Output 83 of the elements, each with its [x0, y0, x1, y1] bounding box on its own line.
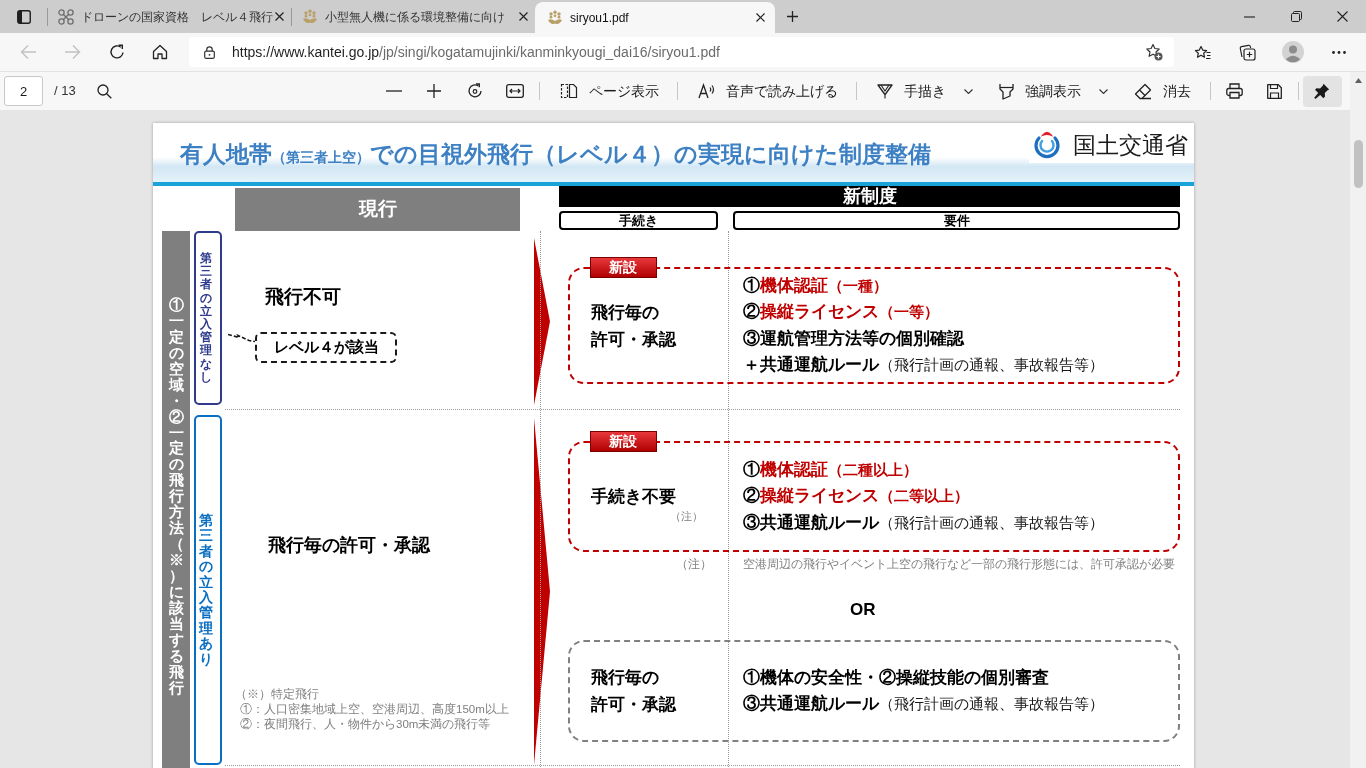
page-view-button[interactable]: ページ表示 [549, 75, 667, 107]
collections-icon[interactable] [1239, 43, 1256, 61]
category-label: 第三者の立入管理なし [194, 231, 222, 405]
requirement-line: ②操縦ライセンス（二等以上） [742, 485, 970, 508]
agency-name: 国土交通省 [1073, 130, 1188, 160]
drone-icon [58, 8, 74, 25]
highlight-button[interactable]: 強調表示 [988, 75, 1089, 107]
close-icon[interactable] [519, 12, 528, 21]
requirement-line: ＋共通運航ルール（飛行計画の通報、事故報告等） [742, 354, 1105, 376]
eraser-icon [1133, 82, 1152, 100]
scrollbar-track[interactable] [1350, 71, 1366, 768]
plus-icon[interactable] [787, 11, 798, 22]
logo-icon [1033, 130, 1061, 160]
current-rule-text: 飛行毎の許可・承認 [268, 535, 432, 555]
close-icon[interactable] [275, 12, 284, 21]
note-mark: （注） [675, 558, 713, 571]
pin-icon [1314, 83, 1331, 99]
new-badge: 新設 [589, 257, 657, 278]
avatar-icon[interactable] [1282, 41, 1304, 63]
restore-icon[interactable] [1291, 11, 1302, 22]
requirement-line: ①機体の安全性・②操縦技能の個別審査 [742, 666, 1050, 689]
address-field[interactable]: https://www.kantei.go.jp/jp/singi/kogatamujinki/kanminkyougi_dai16/siryou1.pdf [189, 37, 1174, 67]
star-add-icon[interactable] [1145, 43, 1163, 61]
scope-label: ①一定の空域・②一定の飛行方法（※）に該当する飛行 [162, 231, 190, 768]
marker-icon [998, 82, 1014, 100]
chevron-down-icon[interactable] [1098, 88, 1108, 94]
page-count: / 13 [54, 82, 76, 101]
browser-tab[interactable]: 小型無人機に係る環境整備に向け [292, 0, 535, 33]
pin-button[interactable] [1302, 75, 1342, 107]
requirement-line: ③共通運航ルール（飛行計画の通報、事故報告等） [742, 693, 1105, 715]
page-number-field[interactable]: 2 [4, 76, 43, 106]
requirement-line: ①機体認証（一種） [742, 274, 889, 297]
browser-tab[interactable]: ドローンの国家資格 レベル４飛行 [48, 0, 291, 33]
fit-width-icon[interactable] [505, 84, 524, 98]
refresh-icon[interactable] [109, 44, 125, 60]
chevron-down-icon[interactable] [963, 88, 973, 94]
requirement-line: ①機体認証（二種以上） [742, 458, 919, 481]
note-mark: （注） [669, 510, 704, 522]
crest-icon [302, 8, 318, 25]
new-badge: 新設 [589, 431, 657, 452]
page-view-icon [559, 83, 578, 99]
minus-icon[interactable] [385, 90, 402, 92]
crest-icon [547, 9, 563, 26]
requirement-line: ③共通運航ルール（飛行計画の通報、事故報告等） [742, 511, 1105, 534]
close-icon[interactable] [1337, 11, 1348, 22]
procedure-text: 飛行毎の 許可・承認 [590, 301, 678, 351]
slide-title: 有人地帯（第三者上空）での目視外飛行（レベル４）の実現に向けた制度整備 [180, 140, 931, 169]
more-icon[interactable] [1332, 50, 1346, 54]
footnote-item: ①：人口密集地域上空、空港周辺、高度150m以上 [239, 702, 510, 717]
scroll-up-icon[interactable] [1354, 78, 1362, 83]
search-icon[interactable] [96, 83, 112, 99]
lock-icon [204, 45, 215, 59]
minimize-icon[interactable] [1244, 15, 1255, 18]
print-icon[interactable] [1225, 83, 1243, 99]
browser-tab[interactable]: siryou1.pdf [535, 2, 775, 33]
read-aloud-icon [697, 83, 715, 99]
current-rules-heading: 現行 [235, 188, 520, 231]
footnote-item: ②：夜間飛行、人・物件から30m未満の飛行等 [239, 717, 492, 732]
close-icon[interactable] [756, 13, 765, 22]
rotate-icon[interactable] [466, 83, 483, 99]
requirement-line: ③運航管理方法等の個別確認 [742, 327, 966, 350]
home-icon[interactable] [152, 44, 168, 60]
erase-button[interactable]: 消去 [1123, 75, 1199, 107]
procedure-text: 手続き不要 [590, 486, 677, 508]
procedure-text: 飛行毎の 許可・承認 [590, 667, 678, 716]
save-icon[interactable] [1266, 83, 1282, 99]
note-text: 空港周辺の飛行やイベント上空の飛行など一部の飛行形態には、許可承認が必要 [742, 558, 1175, 571]
new-system-heading: 新制度 [559, 186, 1180, 207]
pen-icon [876, 83, 893, 99]
draw-button[interactable]: 手描き [866, 75, 954, 107]
category-label: 第三者の立入管理あり [194, 415, 222, 765]
separator-text: OR [849, 600, 877, 620]
favorites-icon[interactable] [1194, 44, 1211, 60]
column-heading: 手続き [559, 211, 718, 230]
tab-actions-icon[interactable] [17, 9, 31, 24]
read-aloud-button[interactable]: 音声で読み上げる [687, 75, 846, 107]
requirement-line: ②操縦ライセンス（一等） [742, 301, 940, 323]
current-rule-text: 飛行不可 [265, 286, 342, 307]
plus-icon[interactable] [426, 84, 441, 98]
footnote-title: （※）特定飛行 [235, 687, 320, 702]
callout-box: レベル４が該当 [255, 332, 397, 363]
scrollbar-thumb[interactable] [1353, 140, 1363, 188]
column-heading: 要件 [733, 211, 1180, 230]
